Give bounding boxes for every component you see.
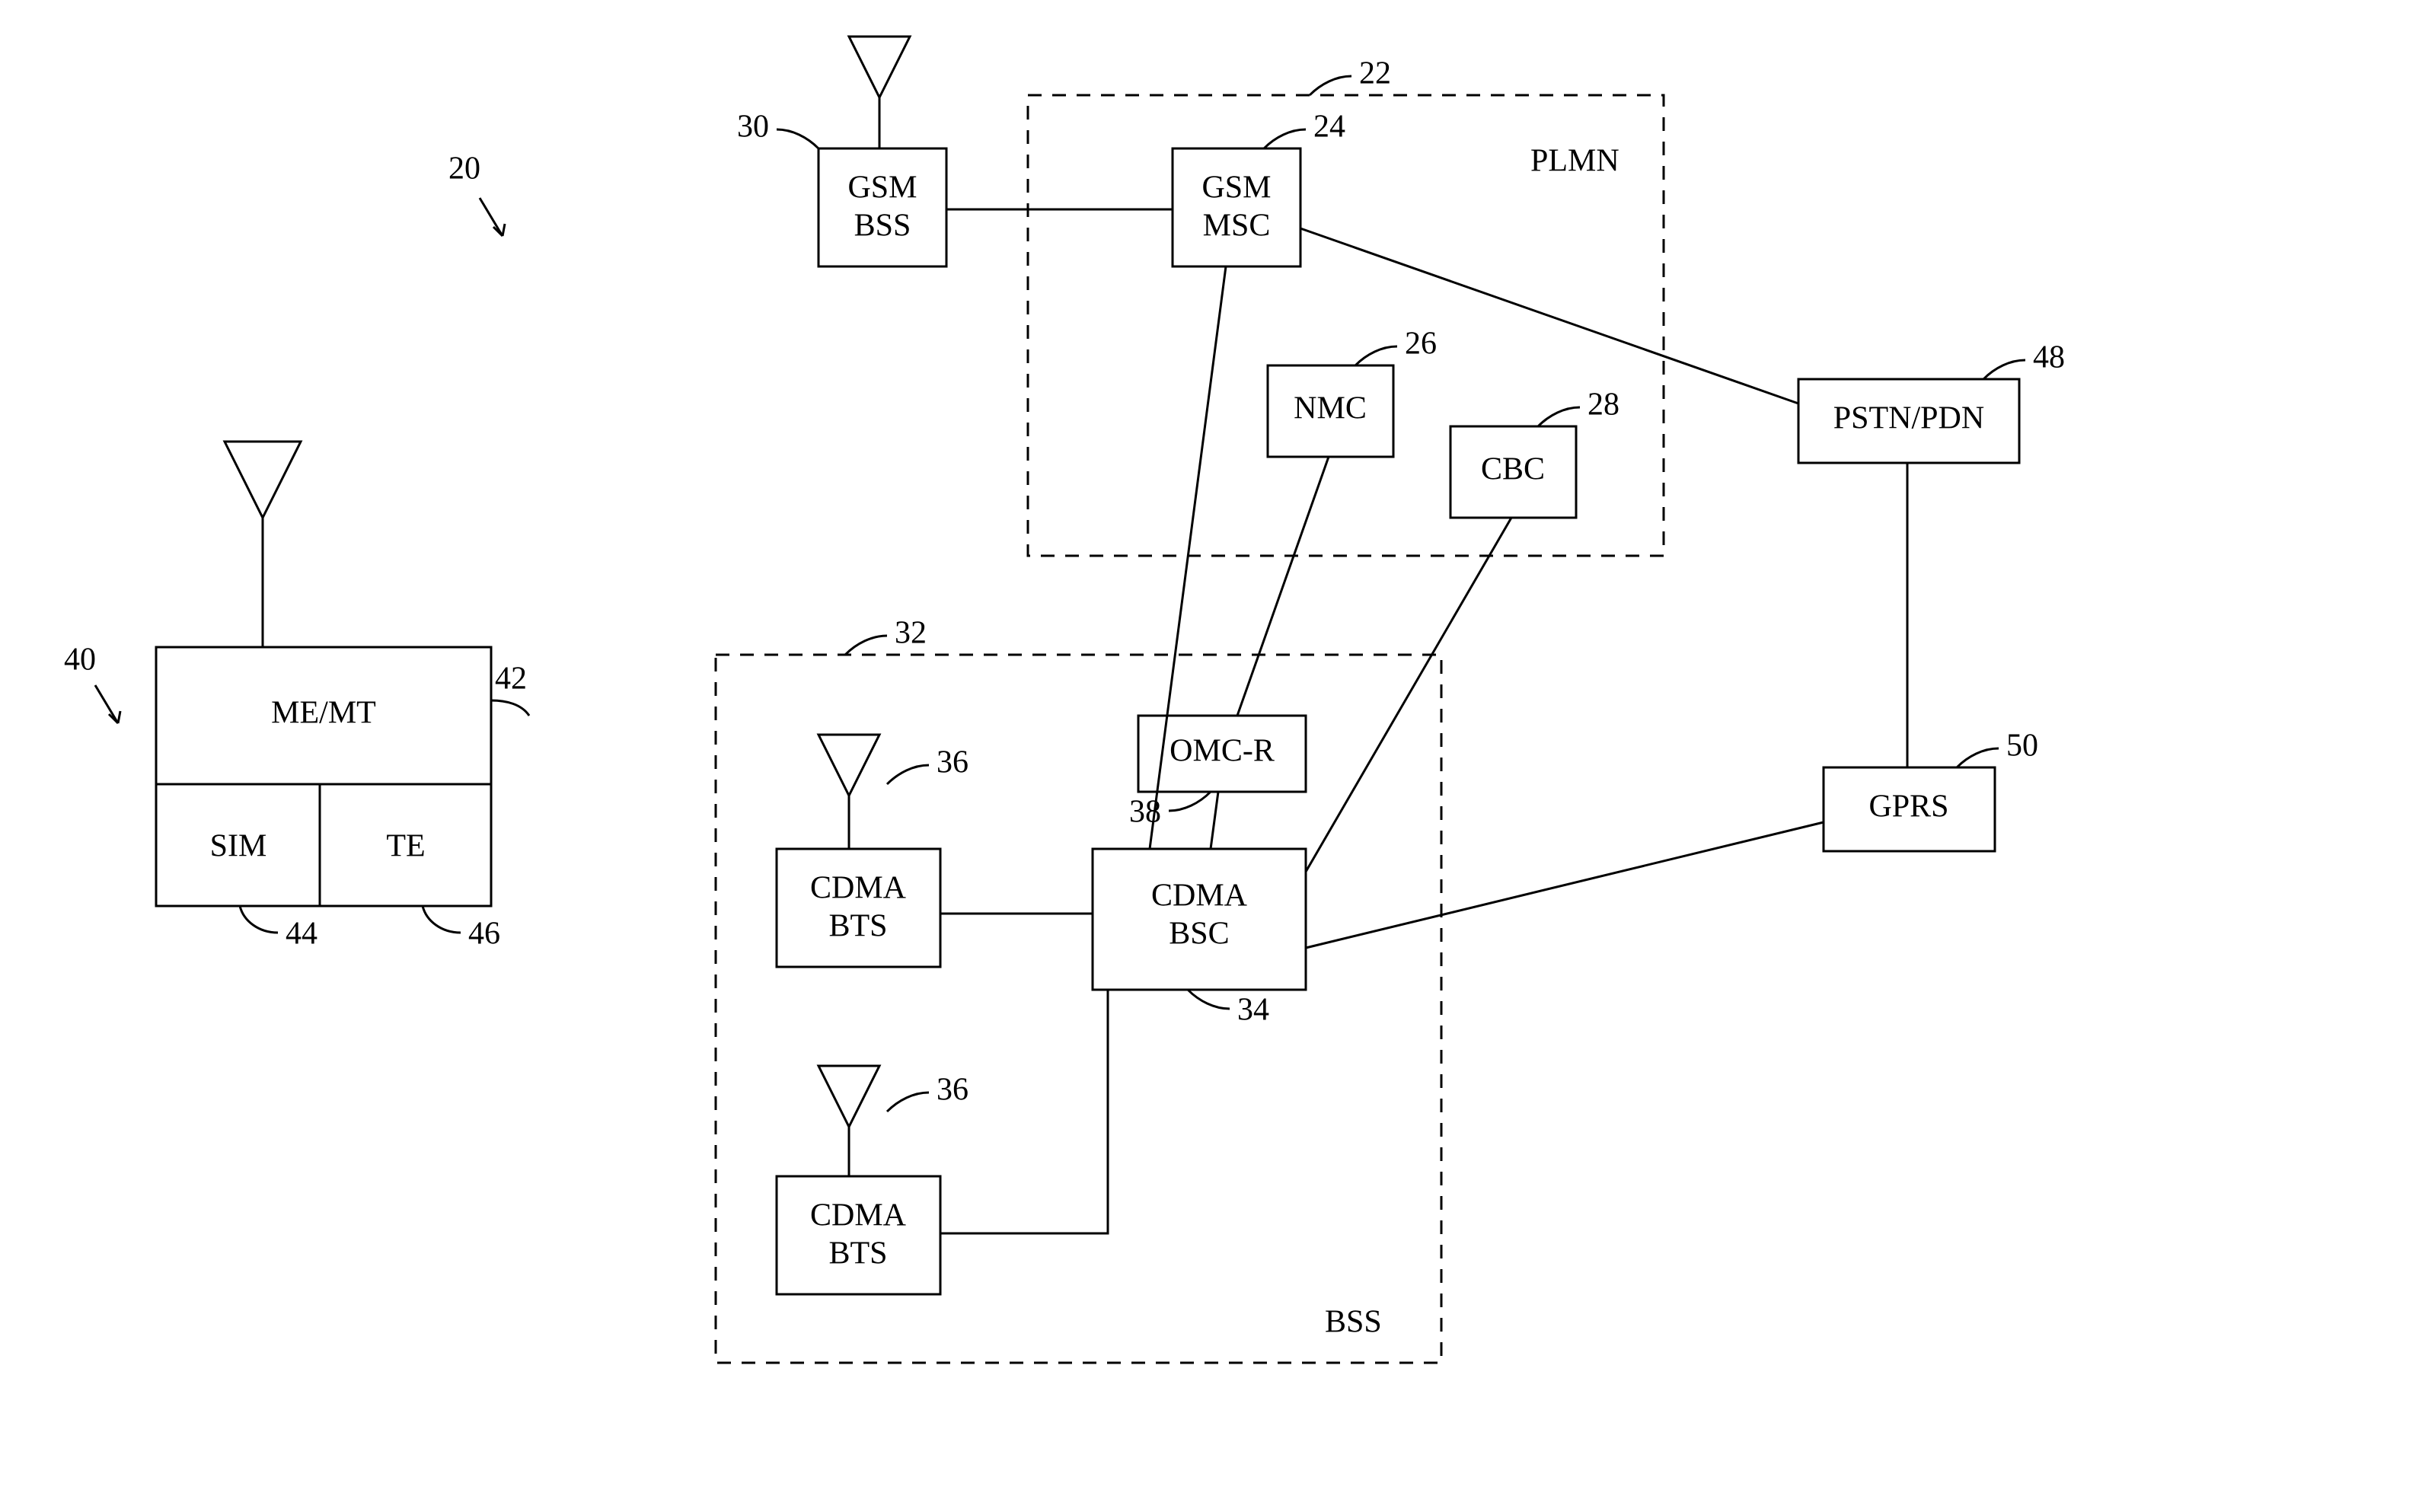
gsm-msc-line2: MSC (1203, 209, 1271, 244)
cdma-bsc-ref-tick (1188, 990, 1230, 1009)
nmc-label: NMC (1294, 391, 1367, 426)
cbc-ref: 28 (1588, 388, 1619, 423)
omc-r: OMC-R 38 (1129, 716, 1306, 830)
cdma-bts-upper-line1: CDMA (810, 871, 907, 906)
cdma-bts-upper-ref: 36 (937, 745, 968, 780)
cdma-bsc-ref: 34 (1237, 993, 1269, 1028)
cdma-bts-lower-ref-tick (887, 1093, 929, 1112)
network-architecture-diagram: 20 PLMN 22 GSM MSC 24 NMC 26 CBC (0, 0, 2422, 1512)
antenna-icon (819, 1066, 879, 1176)
gsm-bss-line1: GSM (847, 171, 917, 206)
cdma-bts-upper-line2: BTS (828, 909, 887, 944)
nmc: NMC 26 (1268, 327, 1437, 457)
ms-outer-box (156, 647, 491, 906)
me-mt-ref-tick (491, 700, 529, 716)
gsm-msc-ref: 24 (1313, 110, 1345, 145)
nmc-ref: 26 (1405, 327, 1437, 362)
cbc-label: CBC (1481, 452, 1545, 487)
gprs-ref: 50 (2006, 729, 2038, 764)
mobile-station: ME/MT SIM TE 40 42 44 46 (64, 442, 529, 952)
pstn-ref: 48 (2033, 340, 2065, 375)
ms-ref: 40 (64, 643, 120, 723)
cdma-bts-upper: CDMA BTS 36 (777, 735, 968, 967)
cdma-bts-lower-line1: CDMA (810, 1198, 907, 1233)
pstn-ref-tick (1983, 360, 2025, 379)
pstn-pdn: PSTN/PDN 48 (1798, 340, 2065, 463)
sim-ref-tick (240, 906, 278, 933)
ms-ref-text: 40 (64, 643, 96, 678)
gsm-bss-ref: 30 (737, 110, 769, 145)
bss-group: BSS 32 OMC-R 38 CDMA BSC 34 CDMA BTS (716, 616, 1441, 1363)
cdma-bts-upper-ref-tick (887, 765, 929, 784)
plmn-label: PLMN (1530, 144, 1619, 179)
me-mt-label: ME/MT (271, 696, 376, 731)
bss-label: BSS (1325, 1305, 1382, 1340)
gsm-bss-ref-tick (777, 129, 819, 148)
antenna-icon (225, 442, 301, 647)
sim-label: SIM (210, 829, 267, 864)
gsm-msc-line1: GSM (1201, 171, 1271, 206)
gprs-ref-tick (1957, 748, 1999, 767)
gprs: GPRS 50 (1824, 729, 2038, 851)
cdma-bsc: CDMA BSC 34 (1093, 849, 1306, 1028)
omc-r-ref-tick (1169, 792, 1211, 811)
plmn-ref-tick (1310, 76, 1351, 95)
te-ref-tick (423, 906, 461, 933)
cdma-bts-lower-ref: 36 (937, 1073, 968, 1108)
figure-ref-overall-text: 20 (448, 152, 480, 187)
figure-ref-overall: 20 (448, 152, 505, 236)
cbc: CBC 28 (1450, 388, 1619, 518)
connectors (940, 209, 1907, 1233)
nmc-ref-tick (1355, 346, 1397, 365)
gsm-msc: GSM MSC 24 (1173, 110, 1345, 266)
cdma-bts-lower: CDMA BTS 36 (777, 1066, 968, 1294)
me-mt-ref: 42 (495, 662, 527, 697)
gprs-label: GPRS (1868, 789, 1948, 825)
pstn-label: PSTN/PDN (1833, 401, 1984, 436)
plmn-ref: 22 (1359, 56, 1391, 91)
te-label: TE (386, 829, 425, 864)
omc-r-label: OMC-R (1170, 734, 1275, 769)
bss-ref-tick (845, 636, 887, 655)
cdma-bsc-line2: BSC (1169, 917, 1229, 952)
plmn-group: PLMN 22 GSM MSC 24 NMC 26 CBC 28 (1028, 56, 1664, 556)
cdma-bsc-line1: CDMA (1151, 879, 1248, 914)
bss-ref: 32 (895, 616, 927, 651)
gsm-bss-line2: BSS (854, 209, 911, 244)
cdma-bts-lower-line2: BTS (828, 1236, 887, 1271)
sim-ref: 44 (286, 917, 318, 952)
gsm-msc-ref-tick (1264, 129, 1306, 148)
cbc-ref-tick (1538, 407, 1580, 426)
gsm-bss: GSM BSS 30 (737, 37, 946, 266)
antenna-icon (819, 735, 879, 849)
te-ref: 46 (468, 917, 500, 952)
antenna-icon (849, 37, 910, 148)
